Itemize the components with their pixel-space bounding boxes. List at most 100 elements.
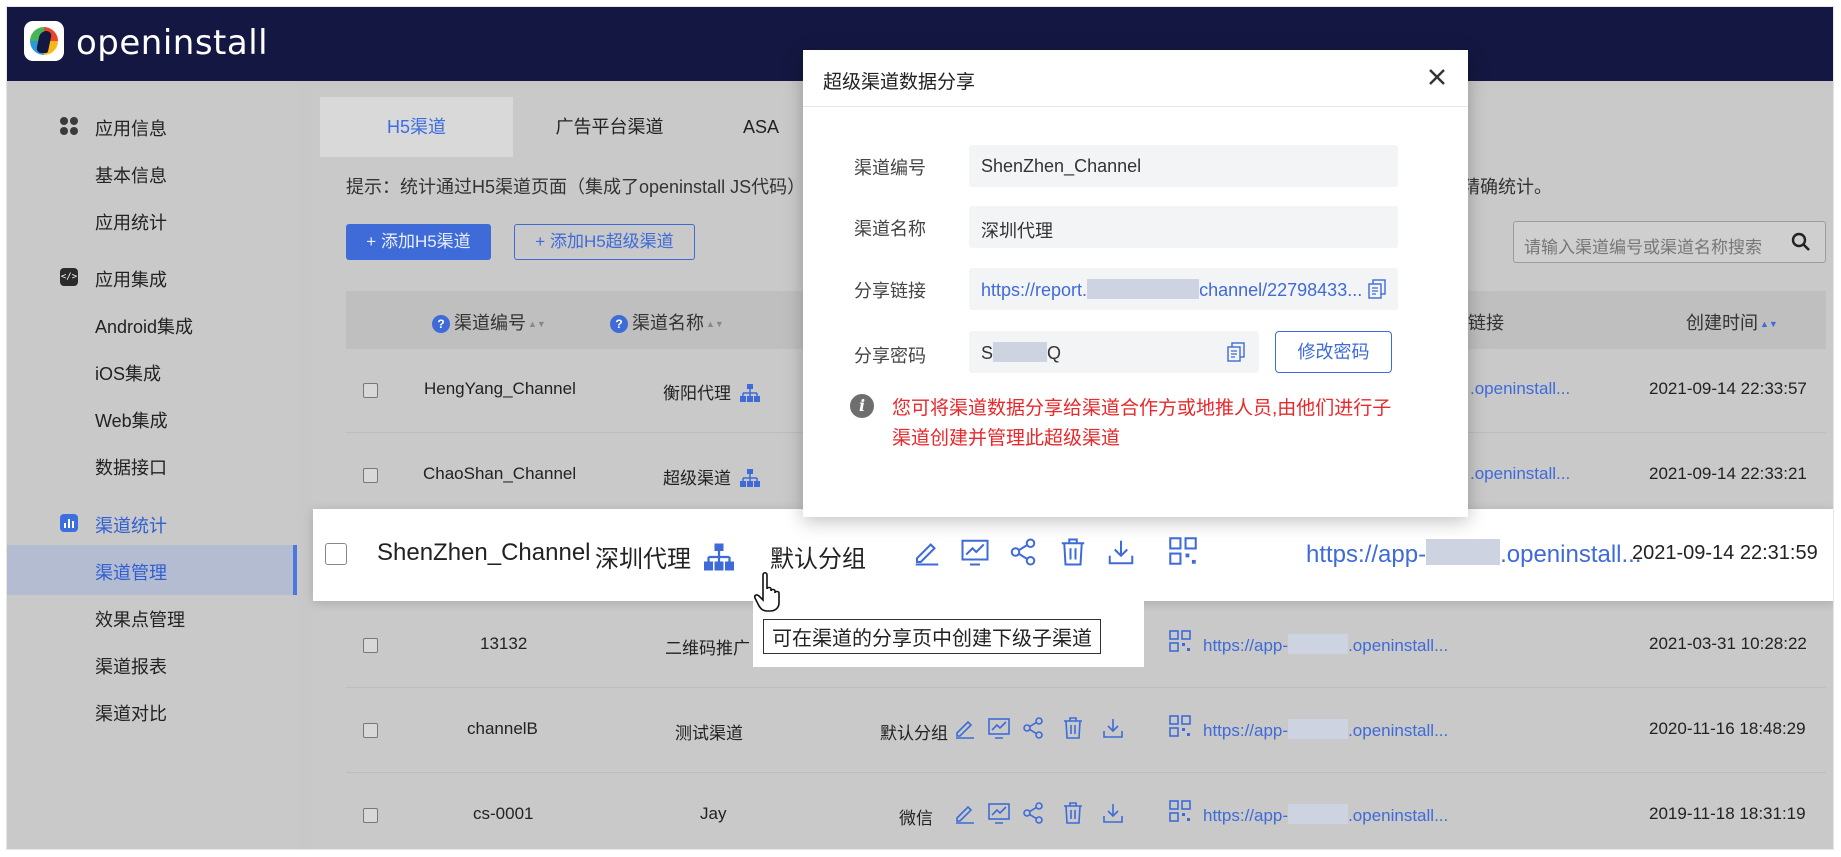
row-checkbox[interactable] bbox=[363, 383, 378, 398]
hierarchy-icon[interactable] bbox=[739, 384, 760, 402]
cell-link[interactable]: .openinstall... bbox=[1470, 379, 1570, 399]
sidebar-item-ios[interactable]: iOS集成 bbox=[7, 346, 297, 396]
copy-icon[interactable] bbox=[1368, 279, 1386, 299]
table-row: cs-0001 Jay 微信 https://app- .openinstall.… bbox=[346, 774, 1826, 849]
tab-h5[interactable]: H5渠道 bbox=[320, 97, 513, 157]
cell-link[interactable]: https://app- .openinstall... bbox=[1203, 634, 1448, 656]
share-icon[interactable] bbox=[1008, 537, 1038, 567]
sidebar-item-app-stats[interactable]: 应用统计 bbox=[7, 195, 297, 245]
masked-text bbox=[993, 342, 1048, 362]
cell-created: 2021-09-14 22:33:57 bbox=[1649, 379, 1807, 398]
cell-created: 2019-11-18 18:31:19 bbox=[1649, 804, 1806, 823]
sidebar-item-app-info[interactable]: 应用信息 bbox=[7, 101, 297, 151]
cell-group: 默认分组 bbox=[880, 724, 948, 743]
row-checkbox[interactable] bbox=[363, 723, 378, 738]
cell-link[interactable]: .openinstall... bbox=[1470, 464, 1570, 484]
row-checkbox[interactable] bbox=[325, 543, 347, 565]
stats-icon[interactable] bbox=[960, 537, 990, 567]
row-checkbox[interactable] bbox=[363, 808, 378, 823]
sidebar-item-data-api[interactable]: 数据接口 bbox=[7, 440, 297, 490]
col-code[interactable]: ? 渠道编号 ▲▼ bbox=[432, 309, 546, 335]
stats-icon[interactable] bbox=[987, 801, 1011, 825]
share-password-field: SQ bbox=[969, 331, 1259, 373]
help-icon[interactable]: ? bbox=[610, 315, 628, 333]
sidebar: 应用信息 基本信息 应用统计 </> 应用集成 Android集成 iOS集成 … bbox=[7, 87, 297, 849]
row-checkbox[interactable] bbox=[363, 638, 378, 653]
qrcode-icon[interactable] bbox=[1169, 715, 1191, 737]
sort-icon[interactable]: ▲▼ bbox=[1760, 319, 1778, 329]
share-warning-text: 您可将渠道数据分享给渠道合作方或地推人员,由他们进行子渠道创建并管理此超级渠道 bbox=[892, 398, 1392, 449]
cell-link[interactable]: https://app- .openinstall... bbox=[1203, 719, 1448, 741]
masked-text bbox=[1087, 279, 1200, 299]
help-icon[interactable]: ? bbox=[432, 315, 450, 333]
sidebar-item-channel-compare[interactable]: 渠道对比 bbox=[7, 686, 297, 736]
hierarchy-icon[interactable] bbox=[739, 469, 760, 487]
tab-ad-platform[interactable]: 广告平台渠道 bbox=[513, 97, 706, 157]
download-icon[interactable] bbox=[1101, 801, 1125, 825]
openinstall-logo-icon[interactable] bbox=[24, 21, 64, 61]
modal-header: 超级渠道数据分享 bbox=[803, 50, 1468, 107]
sidebar-item-android[interactable]: Android集成 bbox=[7, 299, 297, 349]
tip-text-end: 精确统计。 bbox=[1462, 177, 1552, 197]
col-link: 链接 bbox=[1468, 313, 1504, 333]
col-name[interactable]: ? 渠道名称 ▲▼ bbox=[610, 309, 724, 335]
share-password: SQ bbox=[981, 342, 1062, 363]
cell-name: Jay bbox=[700, 804, 727, 823]
edit-icon[interactable] bbox=[953, 801, 977, 825]
qrcode-icon[interactable] bbox=[1169, 537, 1197, 565]
qrcode-icon[interactable] bbox=[1169, 800, 1191, 822]
brand-name: openinstall bbox=[76, 23, 269, 63]
masked-text bbox=[1288, 719, 1349, 739]
col-created[interactable]: 创建时间 ▲▼ bbox=[1686, 309, 1778, 335]
tip-text: 提示：统计通过H5渠道页面（集成了openinstall JS代码）带 bbox=[346, 177, 824, 197]
sidebar-item-integration[interactable]: </> 应用集成 bbox=[7, 252, 297, 302]
channel-name-field: 深圳代理 bbox=[969, 206, 1398, 248]
add-h5-super-channel-button[interactable]: + 添加H5超级渠道 bbox=[514, 224, 695, 260]
edit-icon[interactable] bbox=[912, 537, 942, 567]
cell-name: 衡阳代理 bbox=[663, 379, 760, 404]
app-window: openinstall 应用信息 基本信息 应用统计 </> 应用集成 Andr… bbox=[6, 6, 1834, 850]
share-link[interactable]: https://report. channel/22798433... bbox=[981, 279, 1362, 301]
cell-link[interactable]: https://app- .openinstall... bbox=[1306, 539, 1642, 569]
sort-icon[interactable]: ▲▼ bbox=[528, 319, 546, 329]
search-box[interactable]: 请输入渠道编号或渠道名称搜索 bbox=[1513, 221, 1826, 263]
delete-icon[interactable] bbox=[1061, 801, 1085, 825]
close-icon[interactable] bbox=[1426, 66, 1448, 88]
sidebar-item-web[interactable]: Web集成 bbox=[7, 393, 297, 443]
sidebar-item-channel-report[interactable]: 渠道报表 bbox=[7, 639, 297, 689]
add-h5-channel-button[interactable]: + 添加H5渠道 bbox=[346, 224, 491, 260]
search-input[interactable]: 请输入渠道编号或渠道名称搜索 bbox=[1524, 233, 1762, 258]
delete-icon[interactable] bbox=[1058, 537, 1088, 567]
cell-link[interactable]: https://app- .openinstall... bbox=[1203, 804, 1448, 826]
hierarchy-icon[interactable] bbox=[703, 543, 734, 571]
field-label-password: 分享密码 bbox=[854, 346, 926, 366]
masked-text bbox=[1288, 804, 1349, 824]
sidebar-item-basic-info[interactable]: 基本信息 bbox=[7, 148, 297, 198]
cell-code: ChaoShan_Channel bbox=[423, 464, 577, 483]
sort-icon[interactable]: ▲▼ bbox=[706, 319, 724, 329]
share-link-field[interactable]: https://report. channel/22798433... bbox=[969, 268, 1398, 310]
cell-code: cs-0001 bbox=[473, 804, 534, 823]
share-icon[interactable] bbox=[1021, 716, 1045, 740]
copy-icon[interactable] bbox=[1227, 342, 1245, 362]
stats-icon[interactable] bbox=[987, 716, 1011, 740]
search-icon[interactable] bbox=[1791, 232, 1811, 252]
hand-cursor-icon bbox=[754, 571, 780, 612]
download-icon[interactable] bbox=[1106, 537, 1136, 567]
share-icon[interactable] bbox=[1021, 801, 1045, 825]
cell-code: HengYang_Channel bbox=[424, 379, 576, 398]
download-icon[interactable] bbox=[1101, 716, 1125, 740]
change-password-button[interactable]: 修改密码 bbox=[1275, 331, 1392, 373]
sidebar-item-channel-stats[interactable]: 渠道统计 bbox=[7, 498, 297, 548]
cell-group: 微信 bbox=[899, 809, 933, 828]
sidebar-item-channel-manage[interactable]: 渠道管理 bbox=[7, 545, 297, 595]
info-icon: i bbox=[850, 394, 874, 418]
edit-icon[interactable] bbox=[953, 716, 977, 740]
qrcode-icon[interactable] bbox=[1169, 630, 1191, 652]
tooltip: 可在渠道的分享页中创建下级子渠道 bbox=[763, 619, 1101, 654]
sidebar-item-events[interactable]: 效果点管理 bbox=[7, 592, 297, 642]
row-checkbox[interactable] bbox=[363, 468, 378, 483]
tab-asa[interactable]: ASA bbox=[706, 97, 816, 157]
cell-group: 默认分组 bbox=[770, 546, 866, 573]
delete-icon[interactable] bbox=[1061, 716, 1085, 740]
